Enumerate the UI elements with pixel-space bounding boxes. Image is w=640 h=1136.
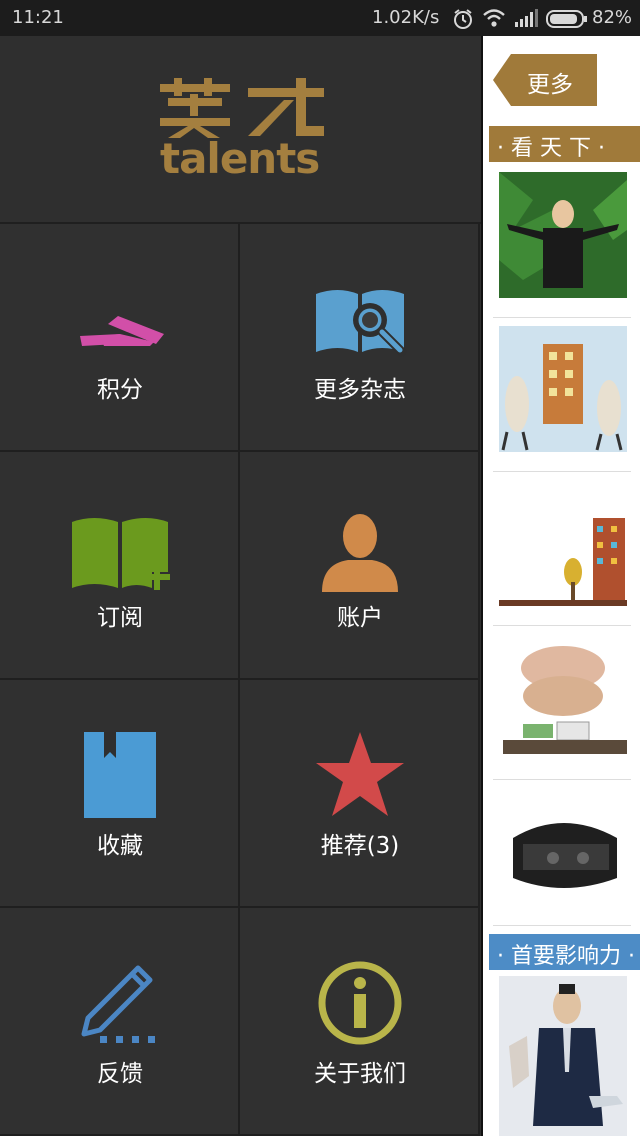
menu-item-feedback[interactable]: 反馈 [0, 908, 240, 1136]
article-thumbnail[interactable] [493, 324, 631, 472]
article-thumbnail[interactable] [493, 632, 631, 780]
article-image [499, 634, 627, 760]
section-header-world: · 看 天 下 · [489, 126, 640, 162]
menu-item-recommend[interactable]: 推荐(3) [240, 680, 480, 908]
battery-percent: 82% [592, 7, 633, 28]
article-image [499, 326, 627, 452]
info-icon [318, 961, 402, 1045]
star-icon [316, 732, 404, 816]
menu-item-points[interactable]: 积分 [0, 224, 240, 452]
account-person-icon [322, 514, 398, 592]
content-panel: 更多 · 看 天 下 · · 首要影响力 · [481, 36, 640, 1136]
pencil-feedback-icon [81, 965, 155, 1043]
menu-item-label: 更多杂志 [314, 377, 406, 403]
menu-item-about-us[interactable]: 关于我们 [240, 908, 480, 1136]
menu-item-label: 积分 [97, 377, 143, 403]
article-thumbnail[interactable] [493, 786, 631, 926]
section-header-influence: · 首要影响力 · [489, 934, 640, 970]
article-image [499, 172, 627, 298]
signal-icon [515, 9, 538, 27]
menu-item-label: 订阅 [97, 605, 143, 631]
magazine-search-icon [316, 290, 407, 357]
bookmark-icon [84, 732, 156, 818]
logo-header: 英才 talents [0, 36, 481, 224]
logo-english-text: talents [160, 134, 320, 183]
logo-chinese-text: 英才 [156, 78, 158, 79]
article-thumbnail[interactable] [493, 976, 631, 1136]
article-thumbnail[interactable] [493, 478, 631, 626]
subscribe-book-icon [72, 518, 170, 590]
menu-item-subscribe[interactable]: 订阅 [0, 452, 240, 680]
wifi-icon [483, 9, 505, 27]
talents-logo: 英才 [156, 78, 324, 138]
menu-item-label: 关于我们 [314, 1061, 406, 1087]
article-image [499, 480, 627, 606]
menu-item-label: 推荐(3) [320, 833, 400, 859]
points-icon [80, 316, 164, 346]
article-image [499, 976, 627, 1136]
menu-item-label: 收藏 [97, 833, 143, 859]
battery-icon [546, 10, 587, 28]
menu-item-favorites[interactable]: 收藏 [0, 680, 240, 908]
status-bar: 11:21 1.02K/s 82% [0, 0, 640, 36]
network-speed: 1.02K/s [372, 7, 440, 28]
more-button-label: 更多 [527, 72, 573, 98]
article-thumbnail[interactable] [493, 170, 631, 318]
alarm-icon [454, 9, 472, 29]
navigation-drawer: 英才 talents 积分 更多杂志 订阅 账户 收藏 推荐(3) 反馈 关于我… [0, 36, 481, 1136]
status-time: 11:21 [12, 7, 64, 28]
menu-item-label: 账户 [337, 605, 383, 631]
menu-item-account[interactable]: 账户 [240, 452, 480, 680]
menu-item-label: 反馈 [97, 1061, 143, 1087]
menu-item-more-magazines[interactable]: 更多杂志 [240, 224, 480, 452]
article-image [499, 788, 627, 918]
more-button[interactable]: 更多 [493, 54, 599, 106]
